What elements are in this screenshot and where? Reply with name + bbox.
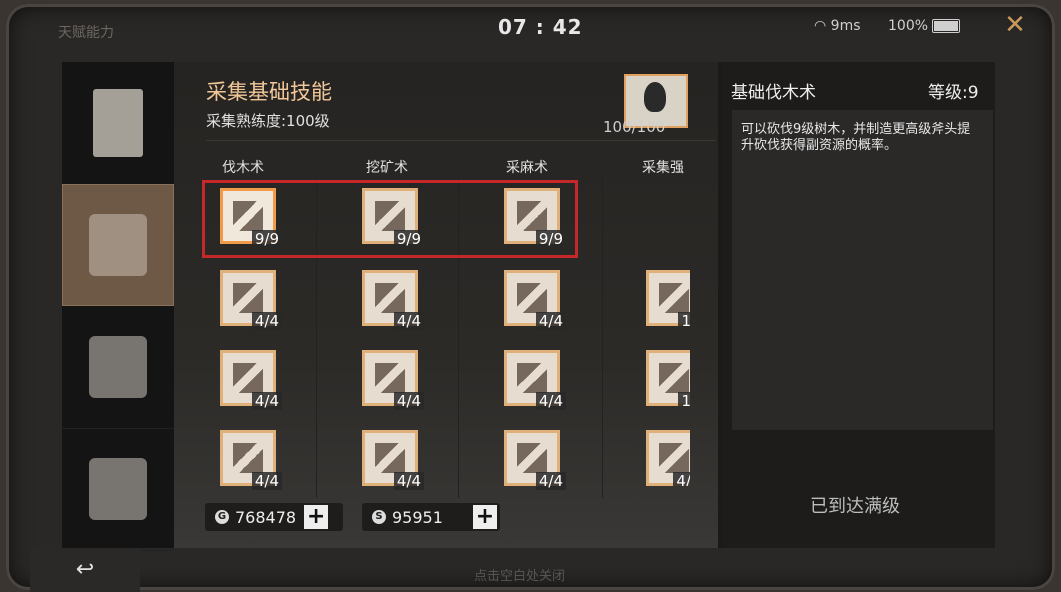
gear-hammer-icon [89, 336, 147, 398]
skill-level: 4/4 [393, 312, 424, 330]
skill-level: 4/4 [251, 392, 282, 410]
skill-mining-4[interactable]: 4/4 [360, 430, 424, 490]
back-arrow-icon: ↩ [75, 557, 95, 582]
progress-count: 100/100 [603, 118, 666, 136]
skill-hemp-2[interactable]: 4/4 [502, 270, 566, 330]
proficiency-label: 采集熟练度:100级 [206, 112, 330, 130]
page-title: 采集基础技能 [206, 80, 332, 104]
skill-level: 4/ [673, 472, 690, 486]
close-hint: 点击空白处关闭 [474, 569, 566, 584]
description-box [732, 110, 993, 430]
column-header-mining: 挖矿术 [366, 160, 408, 176]
certificate-icon [93, 89, 143, 157]
skill-mining-2[interactable]: 4/4 [360, 270, 424, 330]
crossed-weapons-icon [89, 458, 147, 520]
skill-level: 4/4 [251, 312, 282, 330]
skill-level: 4/4 [535, 312, 566, 330]
skill-level: 4/4 [251, 472, 282, 490]
sidebar-item-crafting[interactable] [62, 306, 174, 429]
column-header-logging: 伐木术 [222, 160, 264, 176]
skill-level: 4/4 [393, 392, 424, 410]
ping-label: 9ms [830, 18, 861, 34]
skill-level: 4/4 [535, 472, 566, 490]
wifi-icon: ◠ [814, 18, 831, 34]
status-bar: 天赋能力 07 : 42 ◠ 9ms 100% ✕ [0, 0, 1061, 58]
gold-currency: G 768478 + [205, 503, 343, 531]
silver-currency: S 95951 + [362, 503, 500, 531]
wifi-indicator: ◠ 9ms [814, 18, 861, 34]
skill-logging-3[interactable]: 4/4 [218, 350, 282, 410]
gold-coin-icon: G [215, 510, 229, 524]
back-button[interactable]: ↩ [30, 550, 140, 592]
sidebar-item-certificate[interactable] [62, 62, 174, 185]
column-header-enhance: 采集强 [642, 160, 684, 176]
divider [206, 140, 716, 141]
selection-highlight [202, 180, 578, 258]
add-silver-button[interactable]: + [473, 505, 497, 529]
skill-enhance-2[interactable]: 1 [644, 270, 690, 326]
column-header-hemp: 采麻术 [506, 160, 548, 176]
skill-level: 4/4 [535, 392, 566, 410]
skill-enhance-3[interactable]: 1 [644, 350, 690, 406]
skill-description: 可以砍伐9级树木，并制造更高级斧头提升砍伐获得副资源的概率。 [741, 122, 971, 153]
leaf-emblem-icon [89, 214, 147, 276]
window-title: 天赋能力 [58, 25, 114, 41]
battery-indicator: 100% [888, 18, 961, 34]
category-sidebar [62, 62, 174, 551]
divider [602, 176, 603, 498]
clock: 07 : 42 [498, 15, 583, 39]
sidebar-item-combat[interactable] [62, 428, 174, 551]
close-icon[interactable]: ✕ [1000, 10, 1030, 40]
sidebar-item-gathering[interactable] [62, 184, 174, 306]
skill-hemp-4[interactable]: 4/4 [502, 430, 566, 490]
skill-mining-3[interactable]: 4/4 [360, 350, 424, 410]
skill-level-label: 等级:9 [928, 83, 979, 103]
skill-name: 基础伐木术 [731, 83, 816, 103]
max-level-status: 已到达满级 [810, 496, 900, 517]
skill-hemp-3[interactable]: 4/4 [502, 350, 566, 410]
skill-logging-4[interactable]: 4/4 [218, 430, 282, 490]
skill-level: 4/4 [393, 472, 424, 490]
skill-enhance-4[interactable]: 4/ [644, 430, 690, 486]
skill-level: 1 [678, 392, 690, 406]
add-gold-button[interactable]: + [304, 505, 329, 529]
skill-logging-2[interactable]: 4/4 [218, 270, 282, 330]
skill-level: 1 [678, 312, 690, 326]
battery-label: 100% [888, 18, 929, 34]
gold-amount: 768478 [235, 507, 297, 527]
silver-coin-icon: S [372, 510, 386, 524]
silver-amount: 95951 [392, 507, 443, 527]
battery-icon [932, 19, 961, 33]
